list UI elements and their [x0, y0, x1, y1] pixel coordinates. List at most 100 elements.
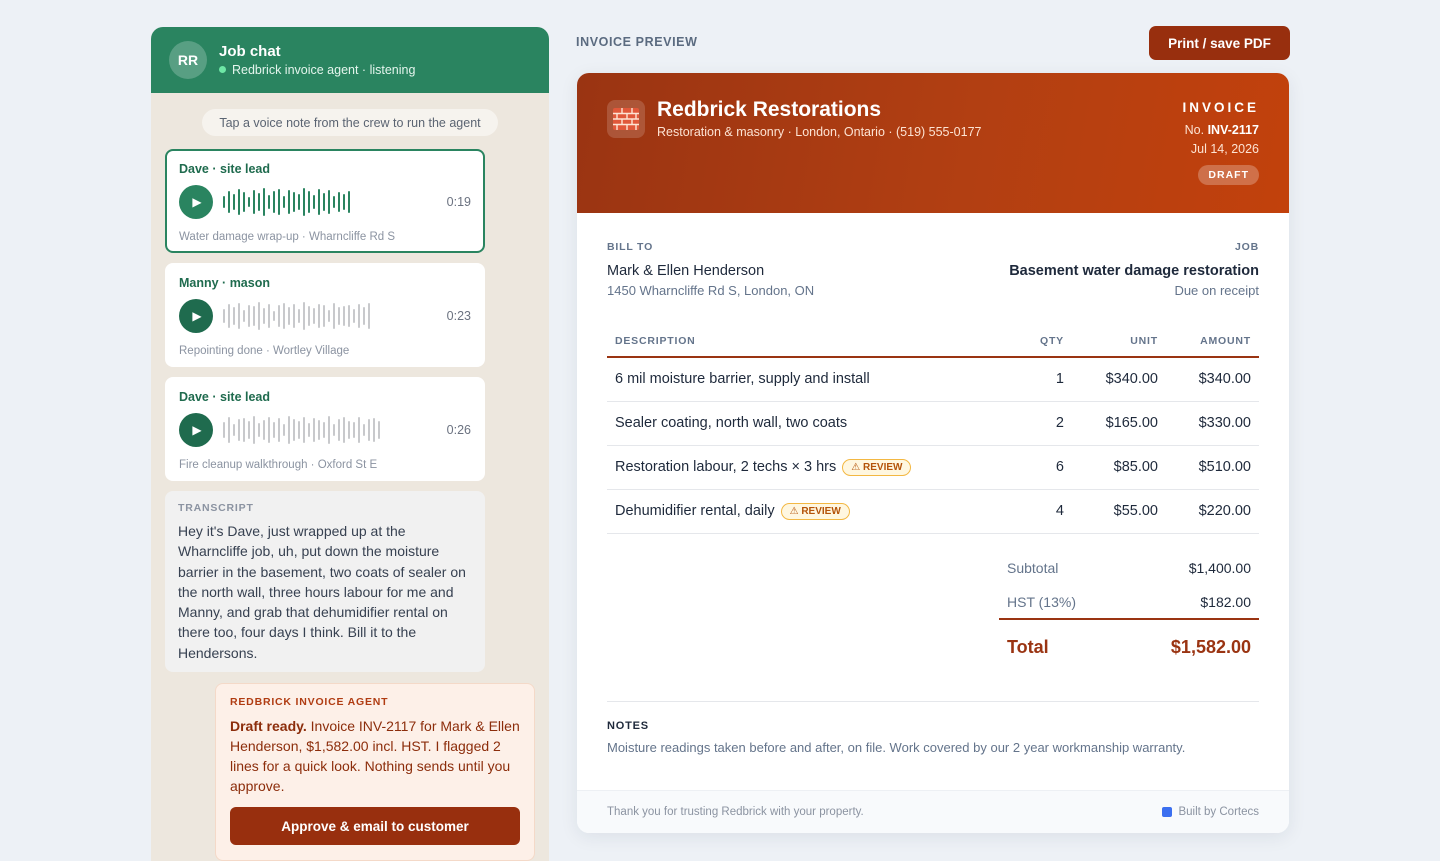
bill-section: BILL TO Mark & Ellen Henderson 1450 Whar…	[607, 241, 1259, 298]
transcript-text: Hey it's Dave, just wrapped up at the Wh…	[178, 523, 466, 661]
waveform-bar	[338, 419, 340, 441]
waveform[interactable]	[223, 413, 383, 447]
chat-title: Job chat	[219, 42, 281, 60]
waveform-bar	[313, 418, 315, 442]
review-badge[interactable]: ⚠ REVIEW	[780, 502, 850, 520]
voice-note-caption: Fire cleanup walkthrough · Oxford St E	[179, 459, 378, 471]
subtotal-label: Subtotal	[1007, 560, 1059, 576]
waveform-bar	[238, 419, 240, 441]
item-unit: $340.00	[1072, 357, 1166, 402]
avatar: RR	[169, 41, 207, 79]
waveform-bar	[368, 419, 370, 441]
waveform-bar	[293, 192, 295, 212]
waveform-bar	[223, 422, 225, 438]
item-description: Restoration labour, 2 techs × 3 hrs ⚠ REV…	[607, 445, 982, 490]
voice-note-player: ▶ 0:19	[179, 185, 471, 219]
waveform-bar	[238, 189, 240, 215]
approve-email-button[interactable]: Approve & email to customer	[230, 807, 520, 845]
waveform-bar	[328, 190, 330, 214]
waveform-bar	[323, 193, 325, 211]
waveform-bar	[318, 304, 320, 328]
agent-label: REDBRICK INVOICE AGENT	[230, 696, 389, 708]
table-row[interactable]: Sealer coating, north wall, two coats 2 …	[607, 401, 1259, 446]
waveform-bar	[263, 308, 265, 324]
waveform-bar	[308, 191, 310, 213]
waveform-bar	[313, 308, 315, 324]
waveform-bar	[363, 424, 365, 436]
table-row[interactable]: Restoration labour, 2 techs × 3 hrs ⚠ REV…	[607, 445, 1259, 490]
invoice-number: No. INV-2117	[1182, 123, 1259, 137]
waveform-bar	[248, 305, 250, 327]
totals-block: Subtotal $1,400.00 HST (13%) $182.00 Tot…	[999, 551, 1259, 675]
item-description-text: Dehumidifier rental, daily	[615, 502, 775, 519]
table-row[interactable]: 6 mil moisture barrier, supply and insta…	[607, 357, 1259, 402]
waveform[interactable]	[223, 185, 353, 219]
subtotal-value: $1,400.00	[1188, 560, 1251, 576]
waveform-bar	[273, 191, 275, 213]
item-amount: $330.00	[1166, 401, 1259, 446]
waveform-bar	[333, 424, 335, 436]
footer-thanks: Thank you for trusting Redbrick with you…	[607, 806, 864, 818]
voice-note-duration: 0:26	[446, 423, 471, 437]
voice-note-duration: 0:23	[446, 309, 471, 323]
waveform-bar	[263, 420, 265, 440]
waveform-bar	[273, 422, 275, 438]
job-name: Basement water damage restoration	[1009, 263, 1259, 279]
chat-header: RR Job chat Redbrick invoice agent · lis…	[151, 27, 549, 93]
item-qty: 1	[982, 357, 1072, 402]
voice-note[interactable]: Manny · mason ▶ 0:23 Repointing done · W…	[165, 263, 485, 367]
invoice-footer: Thank you for trusting Redbrick with you…	[577, 790, 1289, 833]
waveform[interactable]	[223, 299, 373, 333]
waveform-bar	[283, 303, 285, 329]
company-name: Redbrick Restorations	[657, 98, 882, 121]
waveform-bar	[313, 195, 315, 209]
waveform-bar	[253, 306, 255, 326]
voice-note[interactable]: Dave · site lead ▶ 0:19 Water damage wra…	[165, 149, 485, 253]
agent-text: Draft ready. Invoice INV-2117 for Mark &…	[230, 716, 520, 796]
table-row[interactable]: Dehumidifier rental, daily ⚠ REVIEW 4 $55…	[607, 489, 1259, 534]
agent-text-lead: Draft ready.	[230, 718, 307, 734]
chat-status: Redbrick invoice agent · listening	[219, 62, 415, 78]
total-value: $1,582.00	[1170, 637, 1251, 657]
agent-message: REDBRICK INVOICE AGENT Draft ready. Invo…	[215, 683, 535, 861]
brick-logo-icon	[607, 100, 645, 138]
tax-label: HST (13%)	[1007, 593, 1076, 610]
invoice-meta: INVOICE No. INV-2117 Jul 14, 2026 DRAFT	[1182, 100, 1259, 185]
voice-note-caption: Water damage wrap-up · Wharncliffe Rd S	[179, 231, 396, 243]
waveform-bar	[293, 419, 295, 441]
waveform-bar	[373, 418, 375, 442]
item-description: Dehumidifier rental, daily ⚠ REVIEW	[607, 489, 982, 534]
waveform-bar	[368, 303, 370, 329]
invoice-date: Jul 14, 2026	[1190, 142, 1259, 156]
invoice-number-prefix: No.	[1184, 123, 1205, 137]
waveform-bar	[288, 416, 290, 444]
item-description: 6 mil moisture barrier, supply and insta…	[607, 357, 982, 402]
waveform-bar	[223, 309, 225, 323]
waveform-bar	[228, 304, 230, 328]
play-icon[interactable]: ▶	[179, 299, 213, 333]
waveform-bar	[278, 418, 280, 442]
notes-label: NOTES	[607, 720, 649, 732]
voice-note[interactable]: Dave · site lead ▶ 0:26 Fire cleanup wal…	[165, 377, 485, 481]
play-icon[interactable]: ▶	[179, 413, 213, 447]
waveform-bar	[253, 190, 255, 214]
waveform-bar	[248, 197, 250, 207]
online-dot-icon	[219, 66, 226, 73]
item-description-text: 6 mil moisture barrier, supply and insta…	[615, 371, 870, 388]
voice-note-player: ▶ 0:26	[179, 413, 471, 447]
waveform-bar	[323, 422, 325, 438]
notes-text: Moisture readings taken before and after…	[607, 740, 1186, 755]
item-amount: $220.00	[1166, 489, 1259, 534]
waveform-bar	[238, 303, 240, 329]
company-details: Restoration & masonry · London, Ontario …	[657, 125, 982, 139]
print-save-pdf-button[interactable]: Print / save PDF	[1149, 26, 1290, 60]
waveform-bar	[358, 304, 360, 328]
play-icon[interactable]: ▶	[179, 185, 213, 219]
waveform-bar	[253, 416, 255, 444]
job-label: JOB	[1235, 241, 1259, 253]
waveform-bar	[228, 191, 230, 213]
col-qty: QTY	[982, 326, 1072, 358]
col-description: DESCRIPTION	[607, 326, 982, 358]
review-badge[interactable]: ⚠ REVIEW	[842, 458, 912, 476]
col-amount: AMOUNT	[1166, 326, 1259, 358]
